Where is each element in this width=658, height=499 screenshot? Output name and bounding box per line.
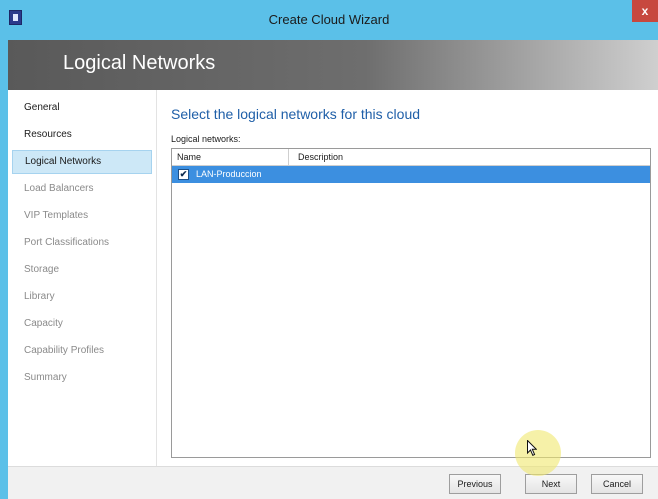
- sidebar-item-capacity[interactable]: Capacity: [8, 312, 156, 336]
- column-header-name[interactable]: Name: [172, 149, 289, 165]
- wizard-window: Create Cloud Wizard x Logical Networks G…: [0, 0, 658, 499]
- sidebar-item-storage[interactable]: Storage: [8, 258, 156, 282]
- sidebar-item-port-classifications[interactable]: Port Classifications: [8, 231, 156, 255]
- sidebar-item-library[interactable]: Library: [8, 285, 156, 309]
- wizard-steps-sidebar: General Resources Logical Networks Load …: [8, 90, 156, 466]
- sidebar-item-logical-networks[interactable]: Logical Networks: [12, 150, 152, 174]
- mouse-cursor-icon: [527, 440, 537, 456]
- logical-networks-grid[interactable]: Name Description ✔ LAN-Produccion: [171, 148, 651, 458]
- cancel-button[interactable]: Cancel: [591, 474, 643, 494]
- sidebar-item-general[interactable]: General: [8, 96, 156, 120]
- window-title: Create Cloud Wizard: [268, 12, 390, 27]
- wizard-footer: Previous Next Cancel: [8, 466, 658, 499]
- page-banner: Logical Networks: [8, 40, 658, 90]
- wizard-content: Logical Networks General Resources Logic…: [8, 40, 658, 499]
- network-checkbox[interactable]: ✔: [178, 169, 189, 180]
- grid-header: Name Description: [172, 149, 650, 166]
- next-button[interactable]: Next: [525, 474, 577, 494]
- page-title: Logical Networks: [63, 52, 216, 74]
- close-button[interactable]: x: [632, 0, 658, 22]
- title-bar: Create Cloud Wizard x: [0, 0, 658, 40]
- main-panel: Select the logical networks for this clo…: [157, 90, 658, 466]
- sidebar-item-capability-profiles[interactable]: Capability Profiles: [8, 339, 156, 363]
- sidebar-item-resources[interactable]: Resources: [8, 123, 156, 147]
- section-heading: Select the logical networks for this clo…: [171, 106, 421, 122]
- sidebar-item-load-balancers[interactable]: Load Balancers: [8, 177, 156, 201]
- sidebar-item-vip-templates[interactable]: VIP Templates: [8, 204, 156, 228]
- previous-button[interactable]: Previous: [449, 474, 501, 494]
- sidebar-item-summary[interactable]: Summary: [8, 366, 156, 390]
- logical-networks-label: Logical networks:: [171, 134, 241, 144]
- click-highlight: [515, 430, 561, 476]
- table-row[interactable]: ✔ LAN-Produccion: [172, 166, 650, 183]
- network-name-cell: LAN-Produccion: [196, 169, 262, 179]
- column-header-description[interactable]: Description: [289, 149, 650, 165]
